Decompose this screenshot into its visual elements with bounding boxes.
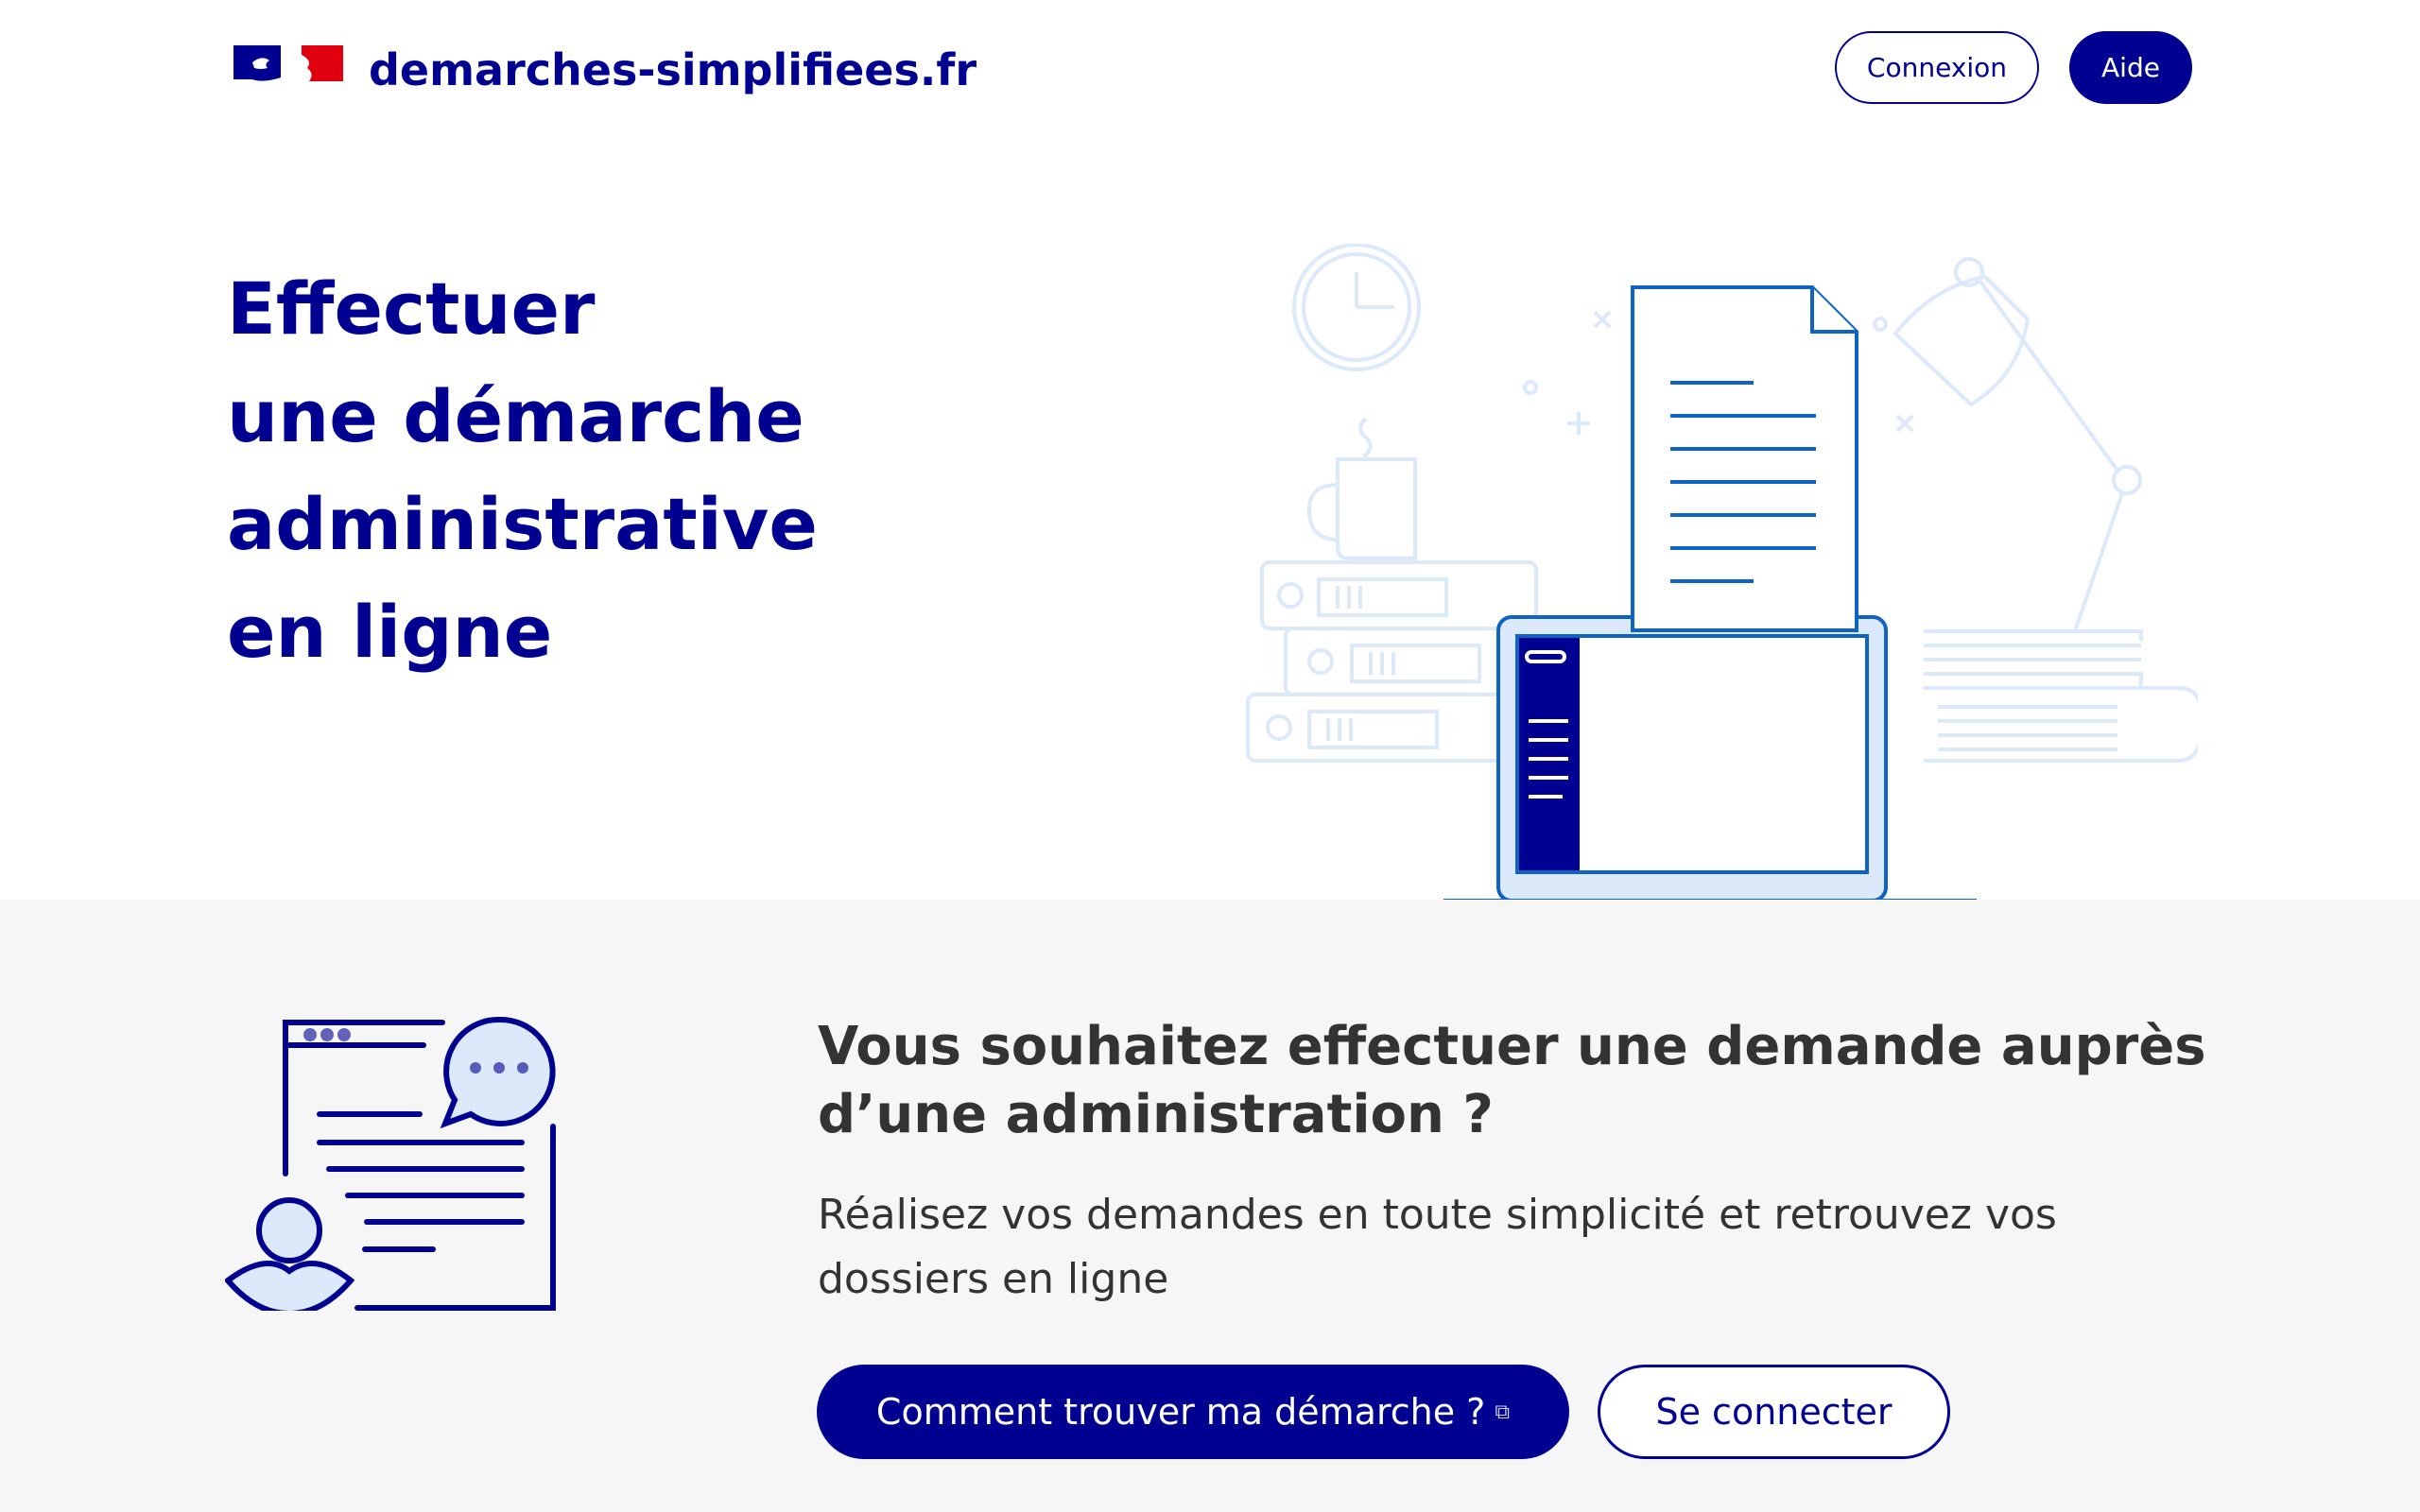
aide-button[interactable]: Aide bbox=[2069, 31, 2192, 104]
form-chat-user-icon bbox=[225, 1016, 556, 1311]
hero-title-line: Effectuer bbox=[227, 266, 596, 351]
demande-section: Vous souhaitez effectuer une demande aup… bbox=[0, 900, 2420, 1512]
hero-section: Effectuer une démarche administrative en… bbox=[0, 142, 2420, 923]
hero-title-line: administrative bbox=[227, 482, 818, 566]
site-name-link[interactable]: demarches-simplifiees.fr bbox=[369, 42, 977, 98]
hero-title: Effectuer une démarche administrative en… bbox=[227, 255, 1078, 686]
demande-title: Vous souhaitez effectuer une demande aup… bbox=[818, 1016, 2206, 1145]
external-link-icon: ⧉ bbox=[1495, 1400, 1511, 1424]
connexion-button[interactable]: Connexion bbox=[1835, 31, 2039, 104]
trouver-demarche-button[interactable]: Comment trouver ma démarche ? ⧉ bbox=[817, 1365, 1569, 1459]
laptop-documents-illustration bbox=[1246, 244, 2198, 923]
demande-description: Réalisez vos demandes en toute simplicit… bbox=[818, 1191, 2057, 1303]
se-connecter-button[interactable]: Se connecter bbox=[1598, 1365, 1950, 1459]
trouver-demarche-label: Comment trouver ma démarche ? bbox=[875, 1391, 1486, 1433]
site-header: demarches-simplifiees.fr Connexion Aide bbox=[0, 0, 2420, 142]
hero-title-line: en ligne bbox=[227, 590, 553, 674]
marianne-logo-icon[interactable] bbox=[232, 42, 345, 87]
hero-title-line: une démarche bbox=[227, 374, 804, 458]
